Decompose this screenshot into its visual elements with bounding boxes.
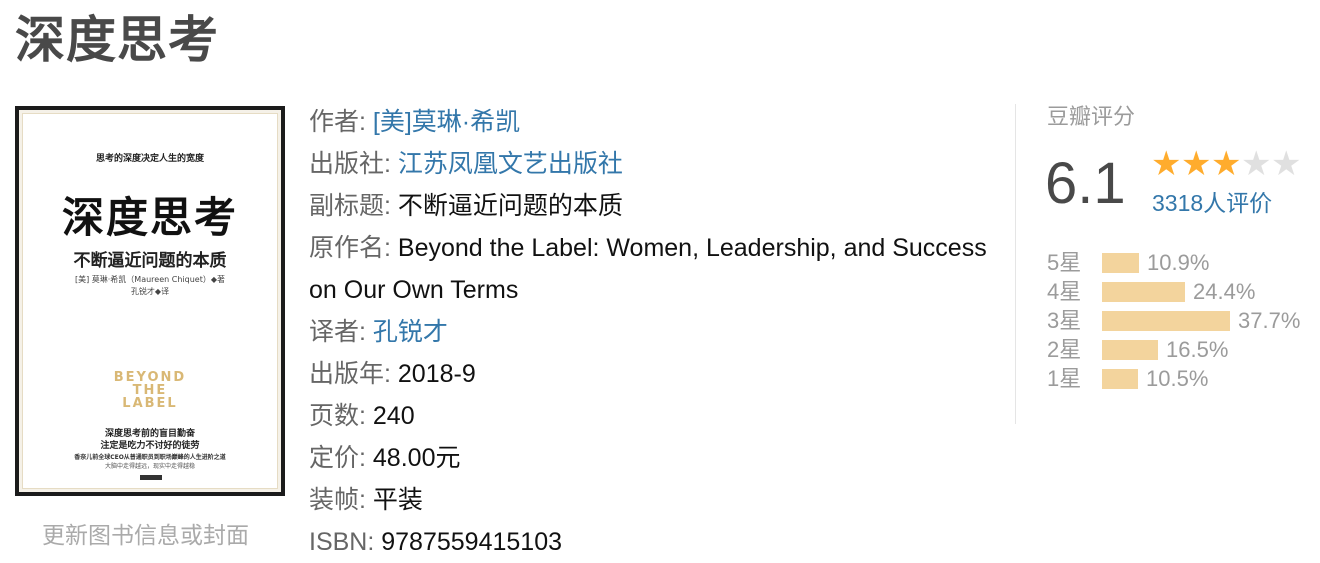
- cover-small-text-2: 大脑中走得越远，现实中走得越稳: [104, 463, 195, 470]
- binding-label: 装帧:: [309, 486, 366, 514]
- rating-distribution-row: 3星 37.7%: [1047, 306, 1317, 335]
- rating-distribution-row: 1星 10.5%: [1047, 364, 1317, 393]
- isbn-value: 9787559415103: [381, 528, 562, 556]
- cover-tagline: 思考的深度决定人生的宽度: [95, 154, 204, 164]
- original-title-label: 原作名:: [309, 234, 391, 262]
- vertical-divider: [1015, 104, 1016, 424]
- rating-bar: [1102, 339, 1158, 360]
- star-filled-icon: ★: [1151, 144, 1182, 184]
- info-original-title-row: 原作名: Beyond the Label: Women, Leadership…: [309, 227, 989, 311]
- translator-label: 译者:: [309, 318, 366, 346]
- subtitle-label: 副标题:: [309, 192, 391, 220]
- info-isbn-row: ISBN: 9787559415103: [309, 521, 989, 563]
- rating-votes-link[interactable]: 3318人评价: [1152, 187, 1272, 219]
- page-title: 深度思考: [15, 12, 219, 68]
- publisher-label: 出版社:: [309, 150, 391, 178]
- rating-bar: [1102, 281, 1185, 302]
- cover-slogan-2: 注定是吃力不讨好的徒劳: [100, 441, 200, 451]
- book-cover[interactable]: 思考的深度决定人生的宽度 深度思考 不断逼近问题的本质 [美] 莫琳·希凯（Ma…: [15, 106, 285, 496]
- rating-distribution-row: 5星 10.9%: [1047, 248, 1317, 277]
- star-filled-icon: ★: [1211, 144, 1242, 184]
- cover-author: [美] 莫琳·希凯（Maureen Chiquet）◆著: [74, 275, 225, 284]
- rating-percent: 24.4%: [1193, 279, 1256, 304]
- year-label: 出版年:: [309, 360, 391, 388]
- rating-distribution-row: 2星 16.5%: [1047, 335, 1317, 364]
- rating-score: 6.1: [1045, 151, 1126, 216]
- update-book-info-link[interactable]: 更新图书信息或封面: [42, 519, 249, 551]
- pages-label: 页数:: [309, 402, 366, 430]
- rating-star-label: 5星: [1047, 250, 1082, 275]
- rating-percent: 16.5%: [1166, 337, 1229, 362]
- info-author-row: 作者: [美]莫琳·希凯: [309, 101, 989, 143]
- rating-percent: 10.5%: [1146, 366, 1209, 391]
- rating-percent: 10.9%: [1147, 250, 1210, 275]
- rating-bar: [1102, 368, 1138, 389]
- info-price-row: 定价: 48.00元: [309, 437, 989, 479]
- rating-distribution: 5星 10.9% 4星 24.4% 3星 37.7% 2星 16.5% 1星 10.5%: [1047, 248, 1317, 393]
- rating-star-label: 3星: [1047, 308, 1082, 333]
- original-title-value: Beyond the Label: Women, Leadership, and…: [309, 234, 987, 304]
- info-translator-row: 译者: 孔锐才: [309, 311, 989, 353]
- cover-small-text-1: 香奈儿前全球CEO从普通职员到职场巅峰的人生进阶之道: [74, 454, 226, 461]
- cover-title: 深度思考: [61, 193, 238, 242]
- price-value: 48.00元: [372, 444, 461, 472]
- cover-translator: 孔锐才◆译: [130, 287, 170, 296]
- rating-bar: [1102, 310, 1230, 331]
- publisher-link[interactable]: 江苏凤凰文艺出版社: [398, 150, 623, 178]
- rating-star-label: 1星: [1047, 366, 1082, 391]
- author-label: 作者:: [309, 108, 366, 136]
- author-link[interactable]: [美]莫琳·希凯: [373, 108, 520, 136]
- info-binding-row: 装帧: 平装: [309, 479, 989, 521]
- cover-frame: 思考的深度决定人生的宽度 深度思考 不断逼近问题的本质 [美] 莫琳·希凯（Ma…: [19, 110, 281, 492]
- rating-percent: 37.7%: [1238, 308, 1301, 333]
- info-publisher-row: 出版社: 江苏凤凰文艺出版社: [309, 143, 989, 185]
- rating-label: 豆瓣评分: [1047, 104, 1136, 129]
- rating-bar: [1102, 252, 1139, 273]
- info-subtitle-row: 副标题: 不断逼近问题的本质: [309, 185, 989, 227]
- pages-value: 240: [372, 402, 415, 430]
- cover-face: 思考的深度决定人生的宽度 深度思考 不断逼近问题的本质 [美] 莫琳·希凯（Ma…: [22, 113, 278, 489]
- rating-star-label: 2星: [1047, 337, 1082, 362]
- rating-stars: ★ ★ ★ ★ ★: [1151, 146, 1301, 182]
- price-label: 定价:: [309, 444, 366, 472]
- star-filled-icon: ★: [1181, 144, 1212, 184]
- cover-english-title: BEYOND THE LABEL: [113, 370, 187, 411]
- isbn-label: ISBN:: [309, 528, 375, 556]
- star-empty-icon: ★: [1271, 144, 1302, 184]
- subtitle-value: 不断逼近问题的本质: [397, 192, 623, 220]
- publisher-logo: [140, 475, 162, 480]
- info-pages-row: 页数: 240: [309, 395, 989, 437]
- year-value: 2018-9: [397, 360, 476, 388]
- cover-subtitle: 不断逼近问题的本质: [73, 251, 227, 271]
- info-year-row: 出版年: 2018-9: [309, 353, 989, 395]
- translator-link[interactable]: 孔锐才: [373, 318, 448, 346]
- rating-distribution-row: 4星 24.4%: [1047, 277, 1317, 306]
- binding-value: 平装: [372, 486, 423, 514]
- rating-star-label: 4星: [1047, 279, 1082, 304]
- star-empty-icon: ★: [1241, 144, 1272, 184]
- book-info: 作者: [美]莫琳·希凯 出版社: 江苏凤凰文艺出版社 副标题: 不断逼近问题的…: [309, 101, 989, 563]
